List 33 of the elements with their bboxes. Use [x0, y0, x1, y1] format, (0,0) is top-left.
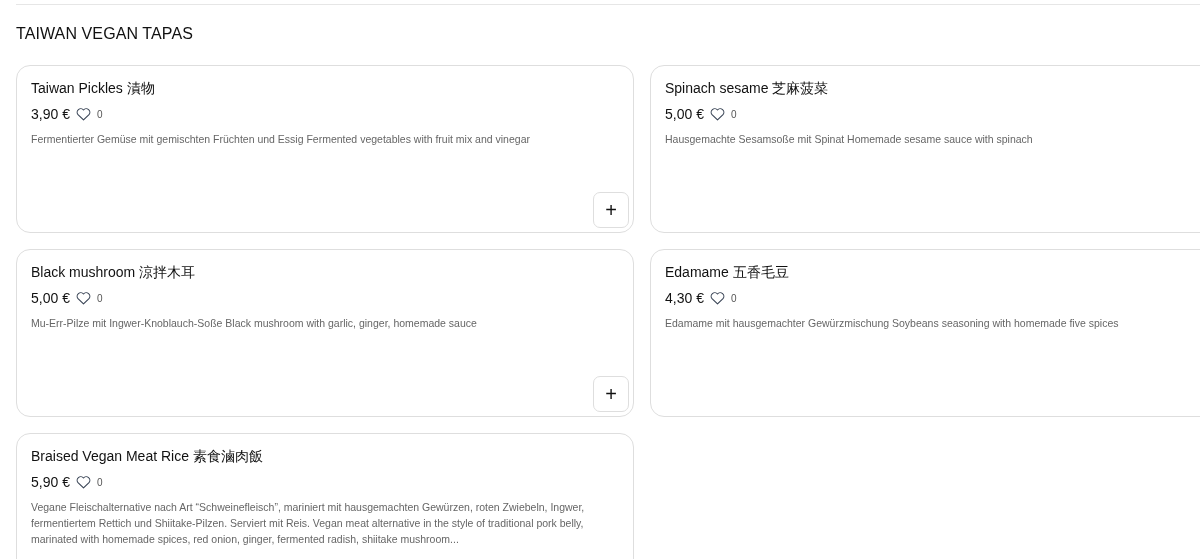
dish-card[interactable]	[16, 433, 634, 559]
section-title: TAIWAN VEGAN TAPAS	[16, 25, 194, 43]
dish-price: 3,90 €	[31, 106, 70, 122]
dish-name: Black mushroom 涼拌木耳	[31, 264, 196, 282]
heart-icon[interactable]	[75, 291, 91, 305]
dish-card[interactable]: Spinach sesame 芝麻菠菜 5,00 € 0 Hausgemachte Sesamsoße mit Spinat Homemade sesame sauce with spinach	[650, 65, 1200, 233]
dish-price: 5,90 €	[31, 474, 70, 490]
dish-name: Taiwan Pickles 漬物	[31, 80, 155, 98]
like-count: 0	[730, 108, 737, 120]
dish-description: Mu-Err-Pilze mit Ingwer-Knoblauch-Soße Black mushroom with garlic, ginger, homemade sauce	[31, 316, 478, 331]
dish-description: Hausgemachte Sesamsoße mit Spinat Homemade sesame sauce with spinach	[665, 132, 1034, 147]
dish-description: Fermentierter Gemüse mit gemischten Früchten und Essig Fermented vegetables with fruit mix and vinegar	[31, 132, 531, 147]
dish-description: Vegane Fleischalternative nach Art “Schweinefleisch”, mariniert mit hausgemachten Gewürzen, roten Zwiebeln, Ingwer, fermentiertem Rettich und Shiitake-Pilzen. Serviert mit Reis. Vegan meat alternative in the style of traditional pork belly, marinated with homemade spices, red onion, ginger, fermented radish, shiitake mushroom...	[31, 500, 586, 547]
dish-price: 5,00 €	[665, 106, 704, 122]
heart-icon[interactable]	[75, 107, 91, 121]
heart-icon[interactable]	[75, 475, 91, 489]
dish-price: 4,30 €	[665, 290, 704, 306]
dish-card[interactable]: Edamame 五香毛豆 4,30 € 0 Edamame mit hausgemachter Gewürzmischung Soybeans seasoning with homemade five spices	[650, 249, 1200, 417]
like-count: 0	[96, 108, 103, 120]
like-count: 0	[96, 476, 103, 488]
dish-name: Braised Vegan Meat Rice 素食滷肉飯	[31, 448, 263, 466]
like-count: 0	[96, 292, 103, 304]
like-count: 0	[730, 292, 737, 304]
heart-icon[interactable]	[709, 291, 725, 305]
add-button[interactable]: +	[593, 376, 629, 412]
dish-card[interactable]: Black mushroom 涼拌木耳 5,00 € 0 Mu-Err-Pilze mit Ingwer-Knoblauch-Soße Black mushroom with garlic, ginger, homemade sauce +	[16, 249, 634, 417]
dish-description: Edamame mit hausgemachter Gewürzmischung Soybeans seasoning with homemade five spices	[665, 316, 1120, 331]
dish-price: 5,00 €	[31, 290, 70, 306]
heart-icon[interactable]	[709, 107, 725, 121]
dish-name: Edamame 五香毛豆	[665, 264, 789, 282]
dish-name: Spinach sesame 芝麻菠菜	[665, 80, 829, 98]
add-button[interactable]: +	[593, 192, 629, 228]
dish-card[interactable]: Taiwan Pickles 漬物 3,90 € 0 Fermentierter Gemüse mit gemischten Früchten und Essig Fermented vegetables with fruit mix and vinegar +	[16, 65, 634, 233]
